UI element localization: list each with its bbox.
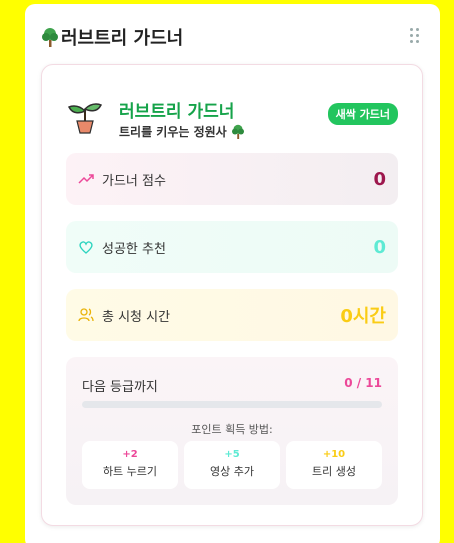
- tree-icon: [231, 124, 245, 139]
- panel-title: 러브트리 가드너: [61, 28, 184, 49]
- trending-up-icon: [78, 171, 94, 187]
- gardener-panel: 러브트리 가드너 러브트리 가드너 트리를 키우는 정원사 새싹 가드너 가드너…: [25, 4, 440, 543]
- progress-bar: [82, 401, 382, 408]
- tip-add-video: +5 영상 추가: [184, 441, 280, 489]
- tip-create-tree: +10 트리 생성: [286, 441, 382, 489]
- drag-handle-icon[interactable]: [410, 28, 420, 44]
- stat-value: 0: [373, 168, 386, 190]
- stat-value: 0시간: [340, 306, 386, 327]
- tip-heart: +2 하트 누르기: [82, 441, 178, 489]
- heart-icon: [78, 239, 94, 255]
- points-tips: +2 하트 누르기 +5 영상 추가 +10 트리 생성: [82, 441, 382, 489]
- tip-points: +2: [122, 449, 138, 460]
- points-how-label: 포인트 획득 방법:: [191, 423, 273, 436]
- card-subtitle: 트리를 키우는 정원사: [119, 123, 247, 140]
- card-subtitle-text: 트리를 키우는 정원사: [119, 125, 227, 139]
- card-title: 러브트리 가드너: [119, 102, 235, 122]
- users-icon: [78, 307, 94, 323]
- tip-points: +5: [224, 449, 240, 460]
- gardener-card: 러브트리 가드너 트리를 키우는 정원사 새싹 가드너 가드너 점수 0 성공한…: [41, 64, 423, 526]
- stat-label: 가드너 점수: [102, 173, 166, 189]
- stat-label: 성공한 추천: [102, 241, 166, 257]
- panel-header: 러브트리 가드너: [41, 24, 183, 50]
- tree-icon: [41, 27, 59, 47]
- tip-action: 영상 추가: [210, 465, 254, 478]
- stat-successful-recommendations: 성공한 추천 0: [66, 221, 398, 273]
- tip-points: +10: [322, 449, 346, 460]
- stat-total-watch-time: 총 시청 시간 0시간: [66, 289, 398, 341]
- tip-action: 하트 누르기: [102, 465, 158, 478]
- stat-gardener-score: 가드너 점수 0: [66, 153, 398, 205]
- stat-value: 0: [373, 236, 386, 258]
- next-level-title: 다음 등급까지: [82, 380, 158, 395]
- sprout-icon: [67, 99, 103, 135]
- stat-label: 총 시청 시간: [102, 309, 171, 325]
- next-level-section: 다음 등급까지 0 / 11 포인트 획득 방법: +2 하트 누르기 +5 영…: [66, 357, 398, 505]
- tip-action: 트리 생성: [312, 465, 356, 478]
- next-level-value: 0 / 11: [344, 376, 382, 390]
- level-badge: 새싹 가드너: [327, 103, 398, 125]
